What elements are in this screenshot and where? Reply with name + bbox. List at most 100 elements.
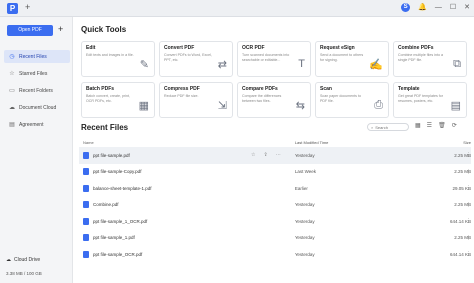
- sidebar-item-starred-files[interactable]: ☆ Starred Files: [4, 67, 70, 80]
- bell-icon[interactable]: 🔔: [418, 3, 427, 12]
- tool-card-request-esign[interactable]: Request eSign Send a document to others f…: [315, 41, 389, 77]
- more-options-icon[interactable]: ⋮: [466, 169, 471, 175]
- minimize-icon[interactable]: —: [435, 3, 442, 12]
- tool-card-batch-pdfs[interactable]: Batch PDFs Batch convert, create, print, …: [81, 82, 155, 118]
- more-options-icon[interactable]: ⋮: [466, 152, 471, 158]
- storage-usage: 3.38 MB / 100 GB: [6, 271, 42, 276]
- ellipsis-icon[interactable]: ⋯: [276, 152, 281, 158]
- file-name: balance-sheet-template-1.pdf: [93, 185, 152, 191]
- more-options-icon[interactable]: ⋮: [466, 185, 471, 191]
- pdf-file-icon: [83, 151, 89, 159]
- title-bar: P + S 🔔 — ☐ ✕: [0, 0, 474, 17]
- tool-icon: ⇄: [217, 59, 227, 71]
- file-date: Yesterday: [294, 218, 315, 224]
- tool-card-title: Request eSign: [320, 45, 355, 51]
- nav-icon: ▤: [9, 122, 15, 128]
- tool-card-compare-pdfs[interactable]: Compare PDFs Compare the differences betw…: [237, 82, 311, 118]
- table-row[interactable]: Combine.pdf Yesterday 2.25 MB ⋮: [79, 197, 471, 214]
- search-input[interactable]: [375, 124, 406, 130]
- table-row[interactable]: ppt file-sample_1.pdf Yesterday 2.25 MB ⋮: [79, 230, 471, 247]
- nav-icon: ☁: [9, 105, 15, 111]
- column-date[interactable]: Last Modified Time: [295, 140, 441, 145]
- sidebar-item-agreement[interactable]: ▤ Agreement: [4, 118, 70, 131]
- tool-card-description: Batch convert, create, print, OCR PDFs, …: [86, 94, 130, 103]
- sidebar-item-label: Agreement: [19, 121, 44, 128]
- sidebar-item-label: Recent Files: [19, 53, 47, 60]
- tool-icon: ⧉: [453, 58, 461, 70]
- file-name-cell: ppt file-sample-Copy.pdf: [83, 168, 295, 176]
- more-options-icon[interactable]: ⋮: [466, 202, 471, 208]
- file-name: ppt file-sample_1.pdf: [93, 235, 135, 241]
- search-icon: ⌕: [371, 124, 374, 130]
- main-panel: Quick Tools Edit Edit texts and images in…: [74, 17, 474, 283]
- refresh-icon[interactable]: ⟳: [452, 122, 457, 129]
- column-size[interactable]: Size: [441, 140, 471, 145]
- tool-card-title: Template: [398, 86, 420, 92]
- file-name-cell: ppt file-sample_1_OCR.pdf: [83, 217, 295, 225]
- table-row[interactable]: ppt file-sample-Copy.pdf Last Week 2.25 MB…: [79, 164, 471, 181]
- more-options-icon[interactable]: ⋮: [466, 235, 471, 241]
- pdf-file-icon: [83, 168, 89, 176]
- table-row[interactable]: ppt file-sample_OCR.pdf Yesterday 644.14 K…: [79, 246, 471, 263]
- sidebar-item-recent-folders[interactable]: ▭ Recent Folders: [4, 84, 70, 97]
- column-name[interactable]: Name: [83, 140, 295, 145]
- avatar[interactable]: S: [401, 3, 411, 12]
- tool-icon: ▤: [450, 100, 461, 112]
- open-pdf-button[interactable]: Open PDF: [7, 25, 53, 36]
- quick-tools: Edit Edit texts and images in a file. ✎ Con…: [81, 41, 472, 118]
- app-logo: P: [7, 3, 18, 14]
- tool-card-combine-pdfs[interactable]: Combine PDFs Combine multiple files into …: [393, 41, 467, 77]
- sidebar-item-label: Starred Files: [19, 70, 48, 77]
- trash-icon[interactable]: 🗑: [438, 122, 446, 129]
- tool-card-description: Get great PDF templates for resumes, pos…: [398, 94, 443, 103]
- sidebar: Open PDF + ◷ Recent Files ☆ Starred Files ▭ R…: [0, 17, 73, 283]
- pdf-file-icon: [83, 217, 89, 225]
- search-box[interactable]: ⌕: [367, 123, 409, 131]
- star-icon[interactable]: ☆: [251, 152, 255, 158]
- tool-card-description: Reduce PDF file size.: [164, 94, 199, 98]
- file-name-cell: ppt file-sample_OCR.pdf: [83, 250, 295, 258]
- list-view-icon[interactable]: ☰: [427, 122, 432, 129]
- pdf-file-icon: [83, 201, 89, 209]
- table-row[interactable]: balance-sheet-template-1.pdf Earlier 29.05…: [79, 180, 471, 197]
- table-row[interactable]: ppt file-sample_1_OCR.pdf Yesterday 644.14…: [79, 213, 471, 230]
- maximize-icon[interactable]: ☐: [450, 3, 456, 12]
- tool-card-ocr-pdf[interactable]: OCR PDF Turn scanned documents into searc…: [237, 41, 311, 77]
- close-icon[interactable]: ✕: [464, 3, 470, 12]
- more-options-icon[interactable]: ⋮: [466, 218, 471, 224]
- share-icon[interactable]: ⇪: [263, 152, 267, 158]
- pdf-file-icon: [83, 184, 89, 192]
- pdf-file-icon: [83, 250, 89, 258]
- sidebar-item-document-cloud[interactable]: ☁ Document Cloud: [4, 101, 70, 114]
- create-button[interactable]: +: [58, 24, 63, 34]
- file-date: Last Week: [294, 169, 316, 175]
- file-date: Yesterday: [294, 202, 315, 208]
- tool-card-title: Combine PDFs: [398, 45, 434, 51]
- file-name-cell: balance-sheet-template-1.pdf: [83, 184, 295, 192]
- tool-card-convert-pdf[interactable]: Convert PDF Convert PDFs to Word, Excel, …: [159, 41, 233, 77]
- tool-icon: ⎙: [374, 99, 383, 111]
- tool-grid: Edit Edit texts and images in a file. ✎ Con…: [81, 41, 472, 118]
- file-name: ppt file-sample_OCR.pdf: [93, 251, 143, 257]
- tool-card-title: Compress PDF: [164, 86, 200, 92]
- sidebar-item-recent-files[interactable]: ◷ Recent Files: [4, 50, 70, 63]
- file-name: Combine.pdf: [93, 202, 119, 208]
- tool-card-description: Convert PDFs to Word, Excel, PPT, etc.: [164, 53, 212, 62]
- sidebar-nav: ◷ Recent Files ☆ Starred Files ▭ Recent Folde…: [4, 50, 70, 135]
- tool-card-template[interactable]: Template Get great PDF templates for resu…: [393, 82, 467, 118]
- recent-files-title: Recent Files: [81, 123, 129, 132]
- file-date: Yesterday: [294, 152, 315, 158]
- cloud-icon: ☁: [6, 257, 11, 263]
- grid-view-icon[interactable]: ▦: [415, 122, 421, 129]
- cloud-drive[interactable]: ☁ Cloud Drive: [6, 257, 40, 263]
- new-tab-button[interactable]: +: [25, 2, 30, 12]
- tool-card-edit[interactable]: Edit Edit texts and images in a file. ✎: [81, 41, 155, 77]
- tool-card-title: Scan: [320, 86, 332, 92]
- more-options-icon[interactable]: ⋮: [466, 251, 471, 257]
- table-row[interactable]: ppt file-sample.pdf Yesterday 2.25 MB ⋮ ☆ ⇪ ⋯: [79, 147, 471, 164]
- tool-icon: T: [298, 58, 305, 70]
- tool-card-title: OCR PDF: [242, 45, 265, 51]
- recent-files-header: Recent Files ⌕ ▦ ☰ 🗑 ⟳: [81, 122, 471, 134]
- tool-card-compress-pdf[interactable]: Compress PDF Reduce PDF file size. ⇲: [159, 82, 233, 118]
- tool-card-scan[interactable]: Scan Scan paper documents to PDF file. ⎙: [315, 82, 389, 118]
